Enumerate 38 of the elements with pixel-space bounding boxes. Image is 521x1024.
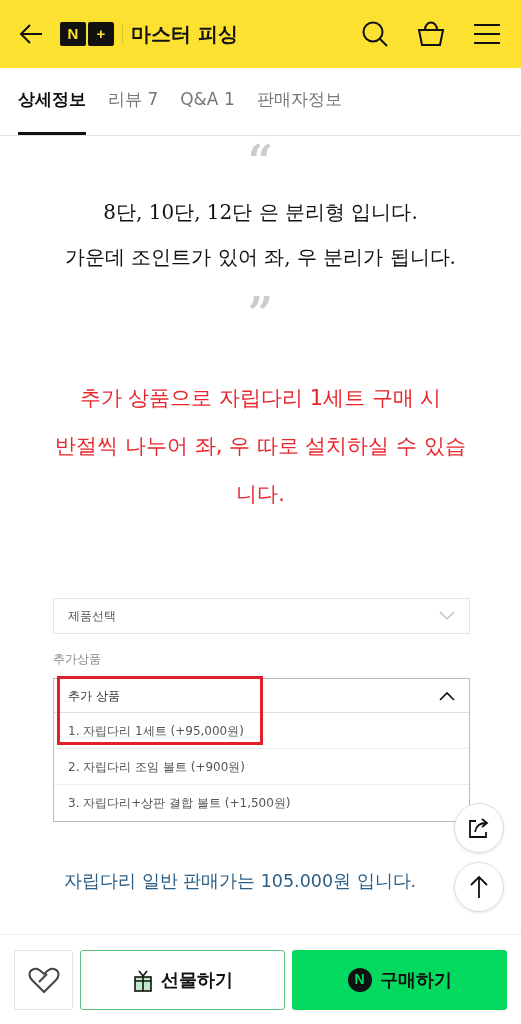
addon-select[interactable]: 추가 상품: [54, 679, 469, 713]
price-note: 자립다리 일반 판매가는 105.000원 입니다.: [64, 871, 417, 891]
tab[interactable]: 판매자정보: [256, 68, 342, 135]
notice-text: 추가 상품으로 자립다리 1세트 구매 시: [79, 385, 442, 412]
logo: N +: [60, 22, 114, 46]
quote-mark: ”: [247, 292, 274, 336]
bag-icon: [417, 20, 445, 48]
up-arrow-icon: [470, 875, 488, 899]
share-icon: [467, 817, 491, 839]
quote-text: 8단, 10단, 12단 은 분리형 입니다.: [103, 199, 418, 226]
tab[interactable]: Q&A 1: [180, 68, 235, 135]
product-select[interactable]: 제품선택: [53, 598, 470, 634]
cart-button[interactable]: [417, 20, 445, 48]
scroll-top-button[interactable]: [454, 862, 504, 912]
search-icon: [361, 20, 389, 48]
notice-text: 반절씩 나누어 좌, 우 따로 설치하실 수 있습: [55, 433, 466, 460]
menu-button[interactable]: [473, 23, 501, 45]
dropdown-option[interactable]: 1. 자립다리 1세트 (+95,000원): [68, 721, 244, 740]
back-button[interactable]: [18, 23, 44, 45]
field-label: 추가상품: [53, 652, 101, 666]
heart-icon: [27, 965, 60, 994]
tab[interactable]: 리뷰 7: [108, 68, 159, 135]
gift-button[interactable]: 선물하기: [80, 949, 286, 1010]
search-button[interactable]: [361, 20, 389, 48]
chevron-down-icon: [439, 611, 455, 621]
wishlist-button[interactable]: [14, 949, 73, 1010]
notice-text: 니다.: [236, 481, 285, 508]
back-arrow-icon: [18, 23, 44, 45]
naver-pay-icon: N: [347, 967, 372, 992]
dropdown-option[interactable]: 2. 자립다리 조임 볼트 (+900원): [68, 757, 246, 776]
quote-mark: “: [247, 140, 274, 184]
menu-icon: [473, 23, 501, 45]
dropdown-option[interactable]: 3. 자립다리+상판 결합 볼트 (+1,500원): [68, 794, 291, 812]
tab[interactable]: 상세정보: [18, 68, 86, 135]
quote-text: 가운데 조인트가 있어 좌, 우 분리가 됩니다.: [65, 244, 456, 271]
share-button[interactable]: [454, 803, 504, 853]
store-name: 마스터 피싱: [131, 21, 238, 48]
buy-button[interactable]: N 구매하기: [292, 949, 507, 1010]
